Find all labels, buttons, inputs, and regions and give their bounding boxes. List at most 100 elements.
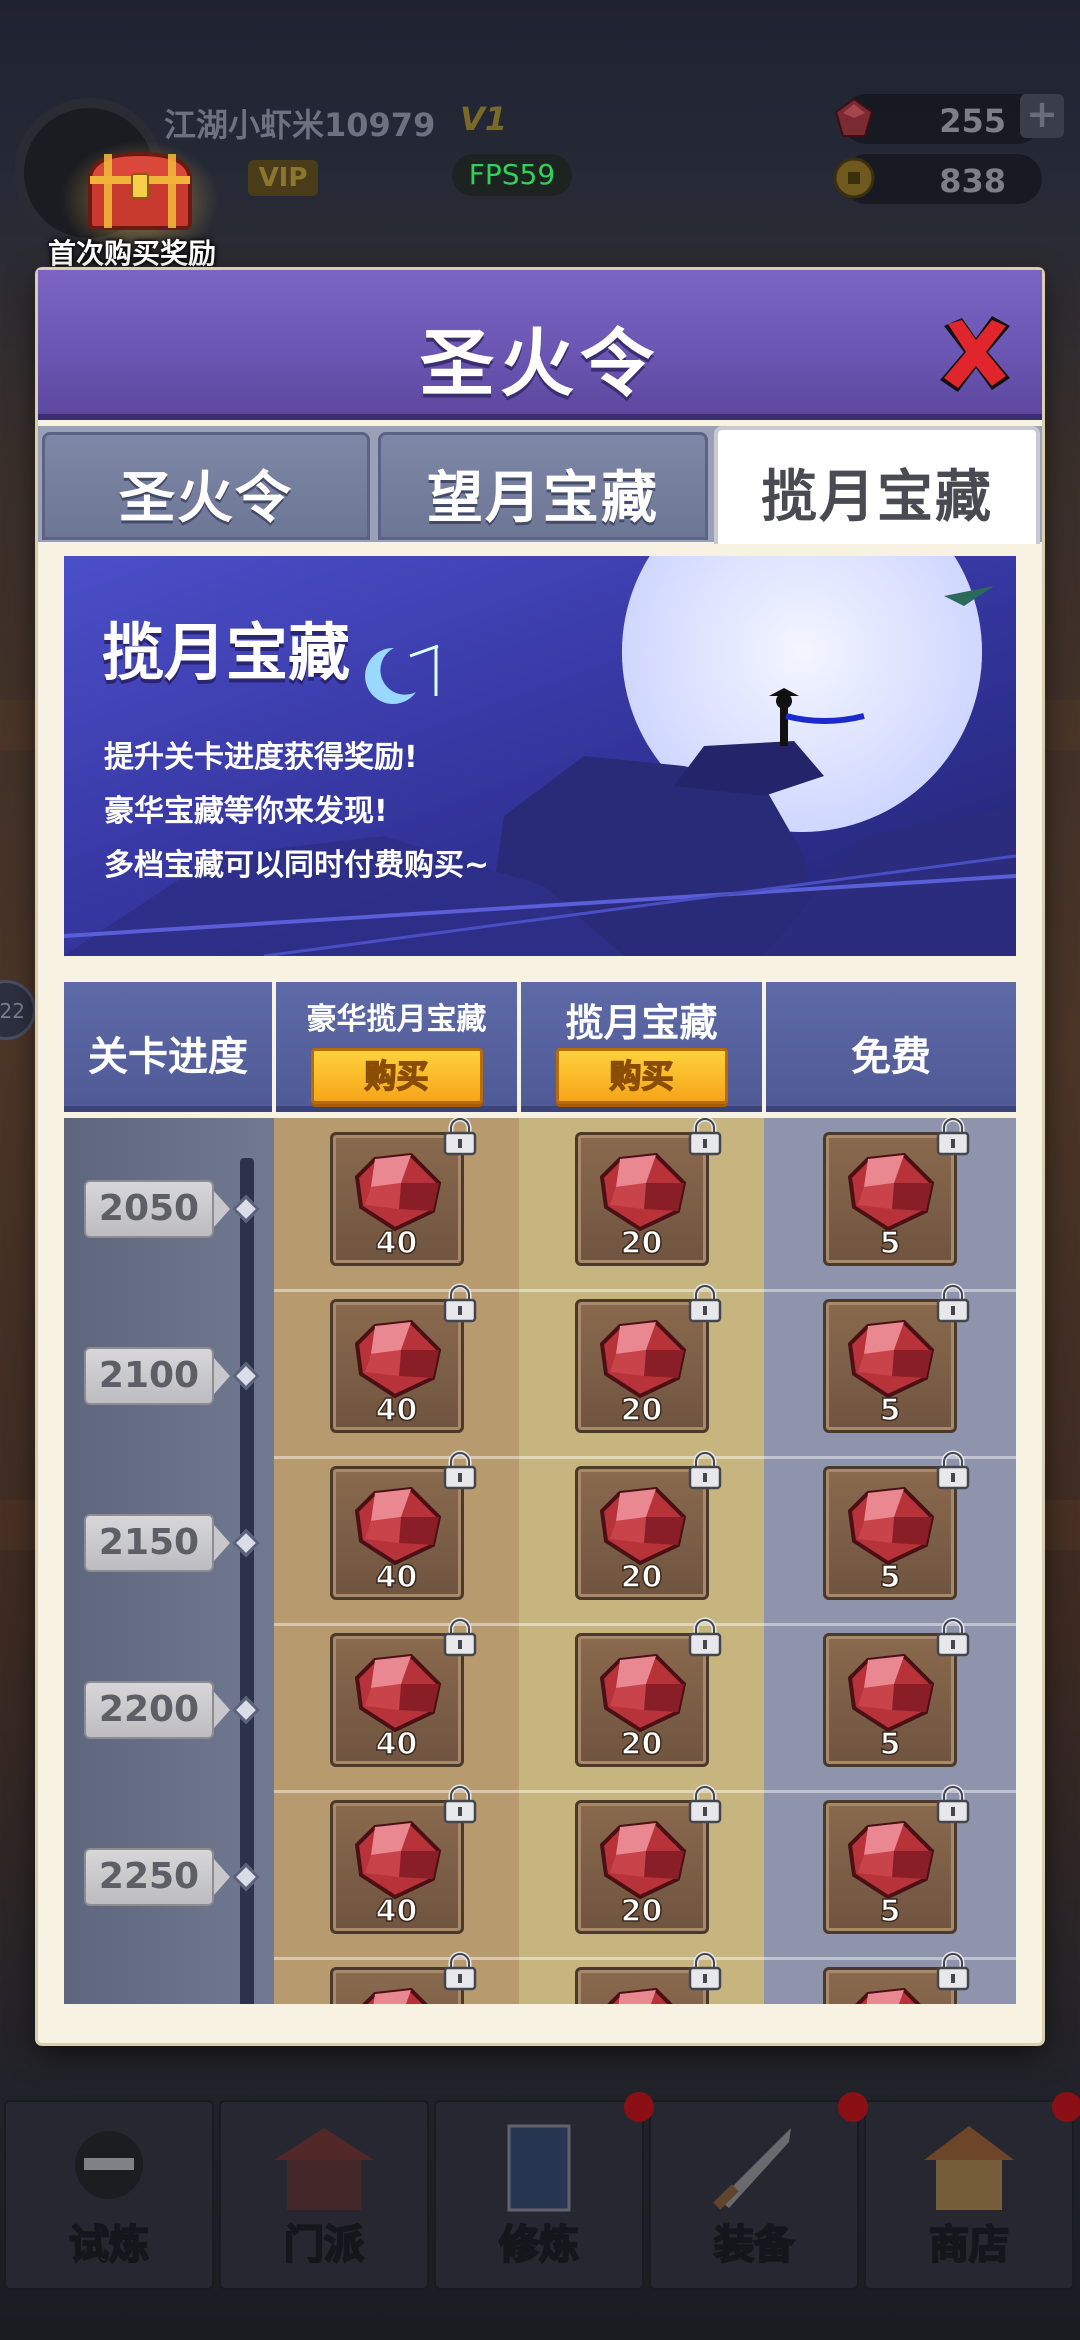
temple-icon [274, 2128, 374, 2210]
gem-icon [855, 1988, 921, 2004]
reward-count: 40 [375, 1893, 418, 1930]
banner-line: 提升关卡进度获得奖励! [104, 740, 418, 775]
level-tag: 2050 [84, 1180, 214, 1238]
modal-header: 圣火令 [38, 270, 1042, 420]
lock-icon [686, 1951, 724, 1991]
lock-icon [441, 1118, 479, 1156]
nav-trial[interactable]: 试炼 [4, 2100, 214, 2290]
header-progress: 关卡进度 [64, 982, 272, 1112]
nav-cultivate[interactable]: 修炼 [434, 2100, 644, 2290]
reward-table[interactable]: 2050 40 20 5 2100 40 20 5 2150 40 20 5 2200 40 20 5 2250… [64, 1118, 1016, 2004]
vip-level: V1 [460, 100, 508, 138]
level-tag-pointer [214, 1692, 230, 1728]
reward-count: 20 [620, 1726, 663, 1763]
banner-line: 豪华宝藏等你来发现! [104, 794, 388, 829]
gem-icon [354, 1821, 441, 1900]
reward-count: 5 [879, 1893, 901, 1930]
gem-icon [354, 1320, 441, 1399]
shop-icon [924, 2126, 1014, 2210]
level-tag-pointer [214, 1859, 230, 1895]
treasure-chest-icon [87, 151, 193, 230]
header-label: 揽月宝藏 [565, 1001, 718, 1045]
reward-count: 5 [879, 1559, 901, 1596]
lock-icon [686, 1784, 724, 1824]
nav-sect[interactable]: 门派 [219, 2100, 429, 2290]
reward-count: 40 [375, 1392, 418, 1429]
tab-bar: 圣火令 望月宝藏 揽月宝藏 [38, 426, 1042, 544]
tab-moongrasp-treasure[interactable]: 揽月宝藏 [714, 426, 1040, 544]
treasure-banner: 揽月宝藏 提升关卡进度获得奖励! 豪华宝藏等你来发现! 多档宝藏可以同时付费购买… [64, 556, 1016, 956]
buy-standard-button[interactable]: 购买 [555, 1048, 728, 1104]
nav-label: 装备 [713, 2221, 795, 2269]
gem-icon [599, 1654, 686, 1733]
gem-icon [834, 97, 874, 137]
gem-counter: 255 [834, 94, 1042, 144]
reward-count: 40 [375, 1559, 418, 1596]
header-free: 免费 [766, 982, 1016, 1112]
book-icon [507, 2124, 571, 2212]
lock-icon [686, 1118, 724, 1156]
modal-title: 圣火令 [420, 321, 660, 407]
reward-table-header: 关卡进度 豪华揽月宝藏 购买 揽月宝藏 购买 免费 [64, 982, 1016, 1112]
gem-icon [354, 1654, 441, 1733]
lock-icon [934, 1784, 972, 1824]
level-tag: 2150 [84, 1514, 214, 1572]
reward-count: 5 [879, 1726, 901, 1763]
header-standard: 揽月宝藏 购买 [521, 982, 762, 1112]
reward-count: 20 [620, 1893, 663, 1930]
reward-count: 5 [879, 1225, 901, 1262]
tab-moonwatch-treasure[interactable]: 望月宝藏 [378, 432, 708, 540]
gem-icon [354, 1153, 441, 1232]
tab-holy-fire[interactable]: 圣火令 [42, 432, 370, 540]
gem-icon [599, 1487, 686, 1566]
nav-label: 修炼 [498, 2221, 580, 2269]
reward-count: 20 [620, 1225, 663, 1262]
row-divider [274, 1456, 1016, 1459]
coin-icon [833, 157, 875, 199]
gem-icon [847, 1487, 935, 1566]
buy-luxury-button[interactable]: 购买 [310, 1048, 483, 1104]
close-button[interactable] [930, 308, 1020, 398]
gem-icon [361, 1988, 428, 2004]
level-tag-pointer [214, 1191, 230, 1227]
header-label: 豪华揽月宝藏 [306, 1002, 487, 1037]
vip-badge[interactable]: VIP [248, 160, 318, 196]
reward-count: 5 [879, 1392, 901, 1429]
tab-label: 揽月宝藏 [761, 465, 993, 530]
nav-label: 门派 [283, 2221, 365, 2269]
first-purchase-label: 首次购买奖励 [48, 237, 217, 270]
lock-icon [686, 1283, 724, 1323]
row-divider [274, 1289, 1016, 1292]
gem-icon [847, 1153, 935, 1232]
nav-label: 试炼 [68, 2221, 150, 2269]
tab-label: 望月宝藏 [427, 466, 659, 531]
gem-icon [606, 1988, 673, 2004]
banner-line: 多档宝藏可以同时付费购买~ [104, 848, 490, 883]
notification-dot [838, 2092, 868, 2122]
header-label: 免费 [851, 1034, 931, 1080]
gold-value: 838 [939, 162, 1006, 200]
gem-icon [354, 1487, 441, 1566]
gem-icon [599, 1320, 686, 1399]
bottom-navigation: 试炼 门派 修炼 装备 商店 [0, 2100, 1080, 2300]
holy-fire-modal: 圣火令 圣火令 望月宝藏 揽月宝藏 揽月宝藏 提升关卡进度获得奖励! 豪华宝藏等… [38, 270, 1042, 2043]
row-divider [274, 1790, 1016, 1793]
reward-count: 20 [620, 1392, 663, 1429]
lock-icon [441, 1283, 479, 1323]
nav-shop[interactable]: 商店 [864, 2100, 1074, 2290]
fps-counter: FPS59 [452, 154, 572, 196]
lock-icon [934, 1118, 972, 1156]
row-divider [274, 1623, 1016, 1626]
gem-icon [847, 1821, 935, 1900]
lock-icon [934, 1450, 972, 1490]
notification-dot [624, 2092, 654, 2122]
row-divider [274, 1957, 1016, 1960]
notification-dot [1052, 2092, 1080, 2122]
gem-icon [599, 1153, 686, 1232]
add-gems-button[interactable]: + [1020, 94, 1064, 138]
nav-equipment[interactable]: 装备 [649, 2100, 859, 2290]
nav-label: 商店 [928, 2221, 1010, 2269]
level-tag: 2200 [84, 1681, 214, 1739]
gem-icon [599, 1821, 686, 1900]
banner-title: 揽月宝藏 [102, 616, 351, 689]
